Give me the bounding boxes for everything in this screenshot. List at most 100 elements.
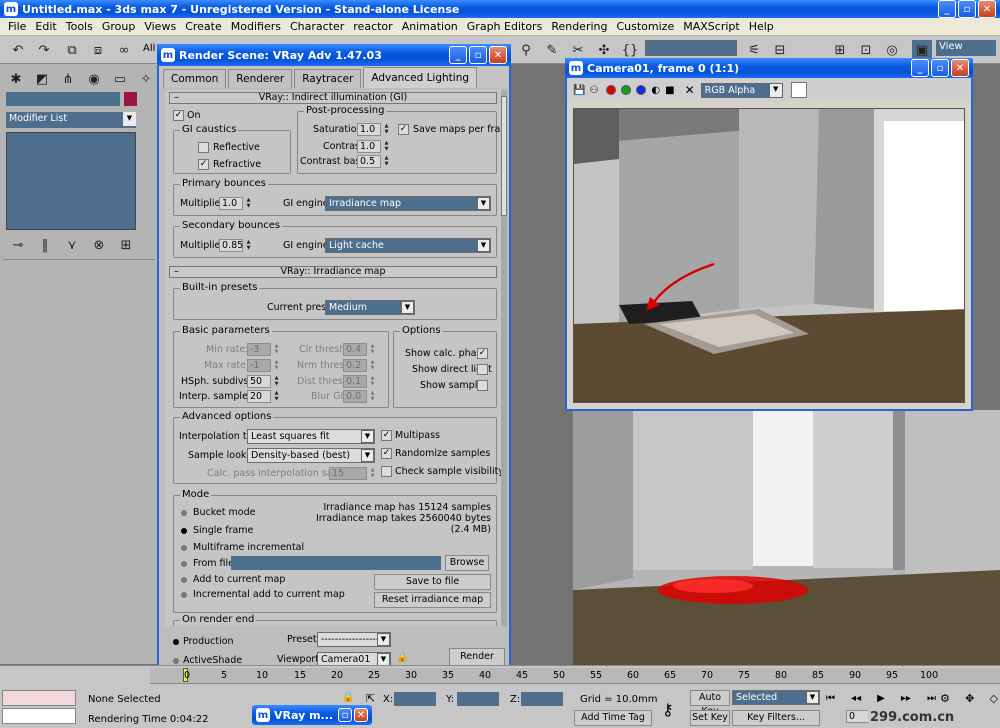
- maxscript-input-mini[interactable]: [2, 708, 76, 724]
- show-direct-checkbox[interactable]: [477, 364, 488, 375]
- zoom-icon[interactable]: ✥: [965, 692, 974, 705]
- auto-key-button[interactable]: Auto Key: [690, 690, 730, 717]
- key-icon[interactable]: ⚷: [662, 700, 674, 719]
- bind-space-warp-icon[interactable]: ∞: [114, 40, 134, 60]
- play-icon[interactable]: ▶: [877, 693, 885, 704]
- named-selection-set-dropdown[interactable]: [645, 40, 737, 56]
- modify-tab-icon[interactable]: ◩: [32, 69, 52, 89]
- nrm-thresh-arrows-icon[interactable]: ▲ ▼: [369, 359, 376, 372]
- multipass-checkbox[interactable]: ✓: [381, 430, 392, 441]
- selection-filter-label[interactable]: All: [143, 43, 155, 54]
- close-icon[interactable]: ✕: [951, 59, 969, 77]
- incremental-radio[interactable]: [181, 592, 187, 598]
- save-maps-checkbox[interactable]: ✓: [398, 124, 409, 135]
- activeshade-radio[interactable]: [173, 658, 179, 664]
- field-of-view-icon[interactable]: ◇: [990, 692, 998, 705]
- rollout-scrollbar[interactable]: [501, 90, 507, 626]
- save-bitmap-icon[interactable]: 💾: [573, 85, 585, 96]
- blur-gi-spinner[interactable]: 0.0: [343, 390, 367, 403]
- from-file-path-field[interactable]: [231, 556, 441, 570]
- min-rate-spinner[interactable]: -3: [247, 343, 271, 356]
- menu-customize[interactable]: Customize: [616, 20, 674, 33]
- close-icon[interactable]: ✕: [978, 0, 996, 18]
- angle-snap-icon[interactable]: ✎: [542, 40, 562, 60]
- interp-samples-spinner[interactable]: 20: [247, 390, 271, 403]
- minimize-icon[interactable]: _: [911, 59, 929, 77]
- clear-icon[interactable]: ✕: [685, 83, 695, 97]
- menu-help[interactable]: Help: [749, 20, 774, 33]
- clr-thresh-arrows-icon[interactable]: ▲ ▼: [369, 343, 376, 356]
- check-visibility-checkbox[interactable]: [381, 466, 392, 477]
- tab-common[interactable]: Common: [163, 69, 227, 88]
- curve-editor-icon[interactable]: ⊞: [830, 40, 850, 60]
- scrollbar-thumb[interactable]: [501, 96, 507, 216]
- object-color-swatch[interactable]: [124, 92, 137, 106]
- restore-icon[interactable]: ▫: [958, 0, 976, 18]
- minimize-icon[interactable]: _: [938, 0, 956, 18]
- next-frame-icon[interactable]: ▸▸: [901, 693, 911, 704]
- tab-raytracer[interactable]: Raytracer: [294, 69, 362, 88]
- multiframe-radio[interactable]: [181, 545, 187, 551]
- primary-multiplier-spinner[interactable]: 1.0: [219, 197, 243, 210]
- menu-graph-editors[interactable]: Graph Editors: [467, 20, 543, 33]
- min-rate-arrows-icon[interactable]: ▲ ▼: [273, 343, 280, 356]
- 3dsmax-app-icon[interactable]: m: [4, 2, 18, 16]
- remove-modifier-icon[interactable]: ⊗: [89, 235, 109, 255]
- render-type-dropdown[interactable]: View: [936, 40, 996, 56]
- secondary-gi-engine-dropdown[interactable]: Light cache ▼: [325, 238, 491, 253]
- set-key-button[interactable]: Set Key: [690, 710, 730, 726]
- menu-animation[interactable]: Animation: [402, 20, 458, 33]
- gi-on-checkbox[interactable]: ✓: [173, 110, 184, 121]
- menu-rendering[interactable]: Rendering: [551, 20, 607, 33]
- saturation-spinner[interactable]: 1.0: [357, 123, 381, 136]
- render-scene-icon[interactable]: ▣: [912, 40, 932, 60]
- monochrome-icon[interactable]: ■: [665, 85, 674, 96]
- randomize-checkbox[interactable]: ✓: [381, 448, 392, 459]
- x-coordinate-field[interactable]: [394, 692, 436, 706]
- previous-frame-icon[interactable]: ◂◂: [851, 693, 861, 704]
- production-radio[interactable]: [173, 639, 179, 645]
- named-selection-icon[interactable]: {}: [620, 40, 640, 60]
- pin-stack-icon[interactable]: ⊸: [8, 235, 28, 255]
- spinner-snap-icon[interactable]: ✣: [594, 40, 614, 60]
- restore-icon[interactable]: ▫: [931, 59, 949, 77]
- absolute-mode-icon[interactable]: ⇱: [366, 692, 375, 705]
- hsph-subdivs-arrows-icon[interactable]: ▲ ▼: [273, 375, 280, 388]
- camera-frame-window[interactable]: m Camera01, frame 0 (1:1) _ ▫ ✕ 💾 ⚇ ◐ ■ …: [565, 58, 973, 411]
- clone-window-icon[interactable]: ⚇: [589, 85, 598, 96]
- motion-tab-icon[interactable]: ◉: [84, 69, 104, 89]
- align-icon[interactable]: ⊟: [770, 40, 790, 60]
- menu-file[interactable]: File: [8, 20, 26, 33]
- contrast-base-spinner[interactable]: 0.5: [357, 155, 381, 168]
- redo-icon[interactable]: ↷: [34, 40, 54, 60]
- show-calc-checkbox[interactable]: ✓: [477, 348, 488, 359]
- select-link-icon[interactable]: ⧉: [62, 40, 82, 60]
- render-scene-dialog[interactable]: m Render Scene: VRay Adv 1.47.03 _ ▫ ✕ C…: [157, 44, 511, 676]
- irradiance-rollout-header[interactable]: – VRay:: Irradiance map: [169, 266, 497, 278]
- green-channel-icon[interactable]: [621, 85, 632, 95]
- show-end-result-icon[interactable]: ‖: [35, 235, 55, 255]
- save-to-file-button[interactable]: Save to file: [374, 574, 491, 590]
- restore-icon[interactable]: ▫: [338, 708, 352, 722]
- menu-create[interactable]: Create: [185, 20, 222, 33]
- single-frame-radio[interactable]: [181, 528, 187, 534]
- gi-rollout-header[interactable]: – VRay:: Indirect illumination (GI): [169, 92, 497, 104]
- menu-character[interactable]: Character: [290, 20, 344, 33]
- calc-pass-spinner[interactable]: 15: [329, 467, 367, 480]
- selection-lock-icon[interactable]: 🔒: [342, 692, 354, 703]
- render-button[interactable]: Render: [449, 648, 505, 666]
- menu-views[interactable]: Views: [144, 20, 176, 33]
- add-time-tag-button[interactable]: Add Time Tag: [574, 710, 652, 726]
- current-preset-dropdown[interactable]: Medium ▼: [325, 300, 415, 315]
- reset-irradiance-map-button[interactable]: Reset irradiance map: [374, 592, 491, 608]
- close-icon[interactable]: ✕: [354, 708, 368, 722]
- unlink-icon[interactable]: ⧈: [88, 40, 108, 60]
- sample-lookup-dropdown[interactable]: Density-based (best) ▼: [247, 448, 375, 463]
- interp-samples-arrows-icon[interactable]: ▲ ▼: [273, 390, 280, 403]
- make-unique-icon[interactable]: ⋎: [62, 235, 82, 255]
- schematic-view-icon[interactable]: ⊡: [856, 40, 876, 60]
- perspective-viewport[interactable]: [573, 410, 1000, 665]
- blur-gi-arrows-icon[interactable]: ▲ ▼: [369, 390, 376, 403]
- modifier-list-dropdown[interactable]: Modifier List ▼: [6, 112, 136, 128]
- primary-gi-engine-dropdown[interactable]: Irradiance map ▼: [325, 196, 491, 211]
